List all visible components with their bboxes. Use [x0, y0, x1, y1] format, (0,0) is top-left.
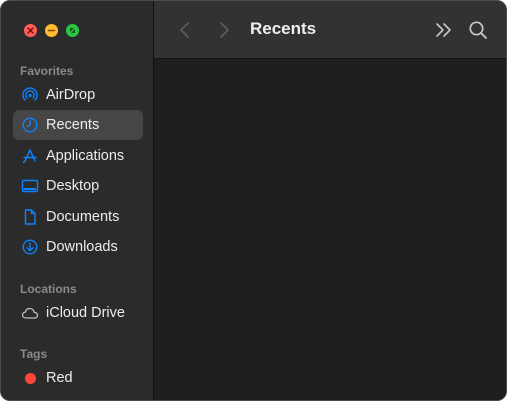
sidebar-item-label: Applications: [46, 148, 125, 164]
section-header-locations: Locations: [20, 282, 77, 296]
download-icon: [21, 238, 39, 256]
sidebar-item-label: Desktop: [46, 178, 100, 194]
cloud-icon: [21, 304, 39, 322]
red-tag-icon: [21, 369, 39, 387]
close-button[interactable]: [24, 24, 37, 37]
sidebar-item-desktop[interactable]: Desktop: [13, 171, 143, 201]
close-icon: [27, 27, 34, 34]
sidebar-item-documents[interactable]: Documents: [13, 202, 143, 232]
sidebar-item-label: Red: [46, 370, 73, 386]
sidebar-item-label: Recents: [46, 117, 100, 133]
applications-icon: [21, 147, 39, 165]
window-controls: [24, 24, 79, 37]
sidebar-item-icloud-drive[interactable]: iCloud Drive: [13, 298, 143, 328]
sidebar-item-label: iCloud Drive: [46, 305, 125, 321]
section-header-favorites: Favorites: [20, 64, 74, 78]
chevron-left-icon: [180, 22, 189, 38]
zoom-button[interactable]: [66, 24, 79, 37]
airdrop-icon: [21, 86, 39, 104]
sidebar-item-downloads[interactable]: Downloads: [13, 232, 143, 262]
sidebar-item-label: Documents: [46, 209, 120, 225]
toolbar: Recents: [154, 1, 506, 59]
sidebar: Favorites AirDrop Recents Applications D…: [1, 1, 154, 400]
minimize-icon: [47, 29, 56, 32]
document-icon: [21, 208, 39, 226]
sidebar-item-airdrop[interactable]: AirDrop: [13, 80, 143, 110]
more-toolbar-button[interactable]: [433, 19, 455, 41]
desktop-icon: [21, 177, 39, 195]
minimize-button[interactable]: [45, 24, 58, 37]
file-list-area[interactable]: [154, 59, 506, 400]
search-button[interactable]: [467, 19, 489, 41]
sidebar-item-applications[interactable]: Applications: [13, 141, 143, 171]
zoom-icon: [70, 28, 75, 33]
sidebar-item-tag-red[interactable]: Red: [13, 363, 143, 393]
window-title: Recents: [250, 19, 317, 38]
search-icon: [469, 21, 487, 39]
sidebar-item-recents[interactable]: Recents: [13, 110, 143, 140]
sidebar-item-label: AirDrop: [46, 87, 96, 103]
sidebar-item-label: Downloads: [46, 239, 118, 255]
forward-button[interactable]: [214, 20, 234, 40]
chevron-right-icon: [220, 22, 229, 38]
section-header-tags: Tags: [20, 347, 48, 361]
double-chevron-right-icon: [436, 23, 451, 37]
finder-window: Favorites AirDrop Recents Applications D…: [0, 0, 507, 401]
back-button[interactable]: [175, 20, 195, 40]
clock-icon: [21, 116, 39, 134]
